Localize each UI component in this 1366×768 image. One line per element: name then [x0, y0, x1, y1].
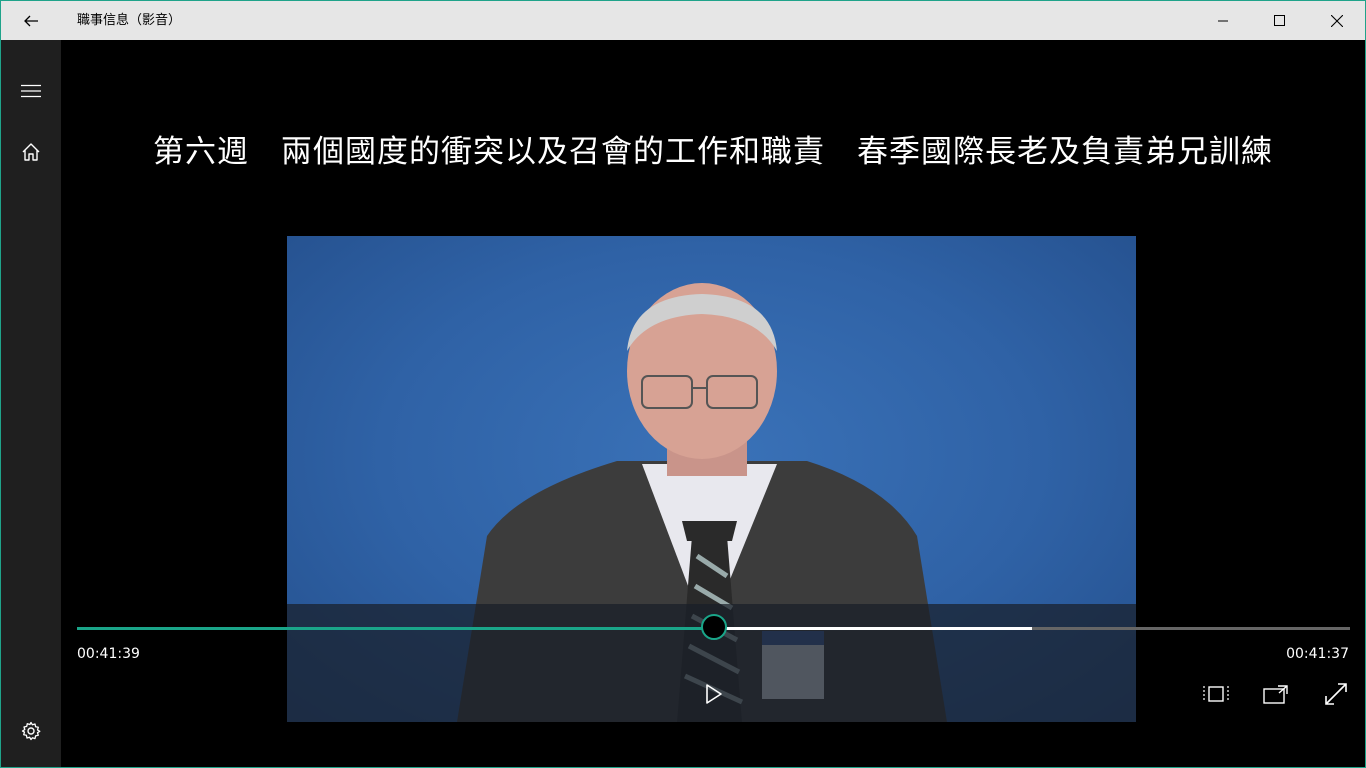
app-window: 職事信息（影音） 第六週 兩個國度的衝突以及召會的工作和職責 春季國際長老及負責… [0, 0, 1366, 768]
minimize-icon [1217, 20, 1228, 21]
play-icon [706, 684, 722, 704]
side-navigation [1, 40, 61, 767]
home-button[interactable] [1, 130, 61, 174]
cast-to-device-icon [1263, 685, 1288, 704]
video-title: 第六週 兩個國度的衝突以及召會的工作和職責 春季國際長老及負責弟兄訓練 [153, 134, 1273, 170]
settings-button[interactable] [1, 709, 61, 753]
fullscreen-icon [1325, 683, 1347, 705]
title-bar: 職事信息（影音） [1, 1, 1365, 40]
aspect-ratio-icon [1203, 686, 1229, 702]
maximize-icon [1274, 15, 1285, 26]
elapsed-time: 00:41:39 [77, 646, 140, 662]
menu-button[interactable] [1, 69, 61, 113]
maximize-button[interactable] [1251, 1, 1308, 40]
played-range [77, 627, 714, 630]
remaining-time: 00:41:37 [1286, 646, 1349, 662]
back-button[interactable] [1, 1, 61, 40]
close-button[interactable] [1308, 1, 1365, 40]
play-button[interactable] [694, 674, 734, 714]
fullscreen-button[interactable] [1316, 674, 1356, 714]
window-title: 職事信息（影音） [77, 13, 182, 28]
home-icon [22, 143, 40, 161]
cast-button[interactable] [1256, 674, 1296, 714]
minimize-button[interactable] [1194, 1, 1251, 40]
back-arrow-icon [24, 15, 38, 26]
close-icon [1330, 14, 1343, 27]
aspect-ratio-button[interactable] [1196, 674, 1236, 714]
seek-bar[interactable] [77, 614, 1350, 640]
video-page: 第六週 兩個國度的衝突以及召會的工作和職責 春季國際長老及負責弟兄訓練 00:4… [61, 40, 1365, 767]
seek-thumb[interactable] [700, 614, 727, 640]
hamburger-icon [21, 84, 41, 98]
gear-icon [21, 721, 41, 741]
